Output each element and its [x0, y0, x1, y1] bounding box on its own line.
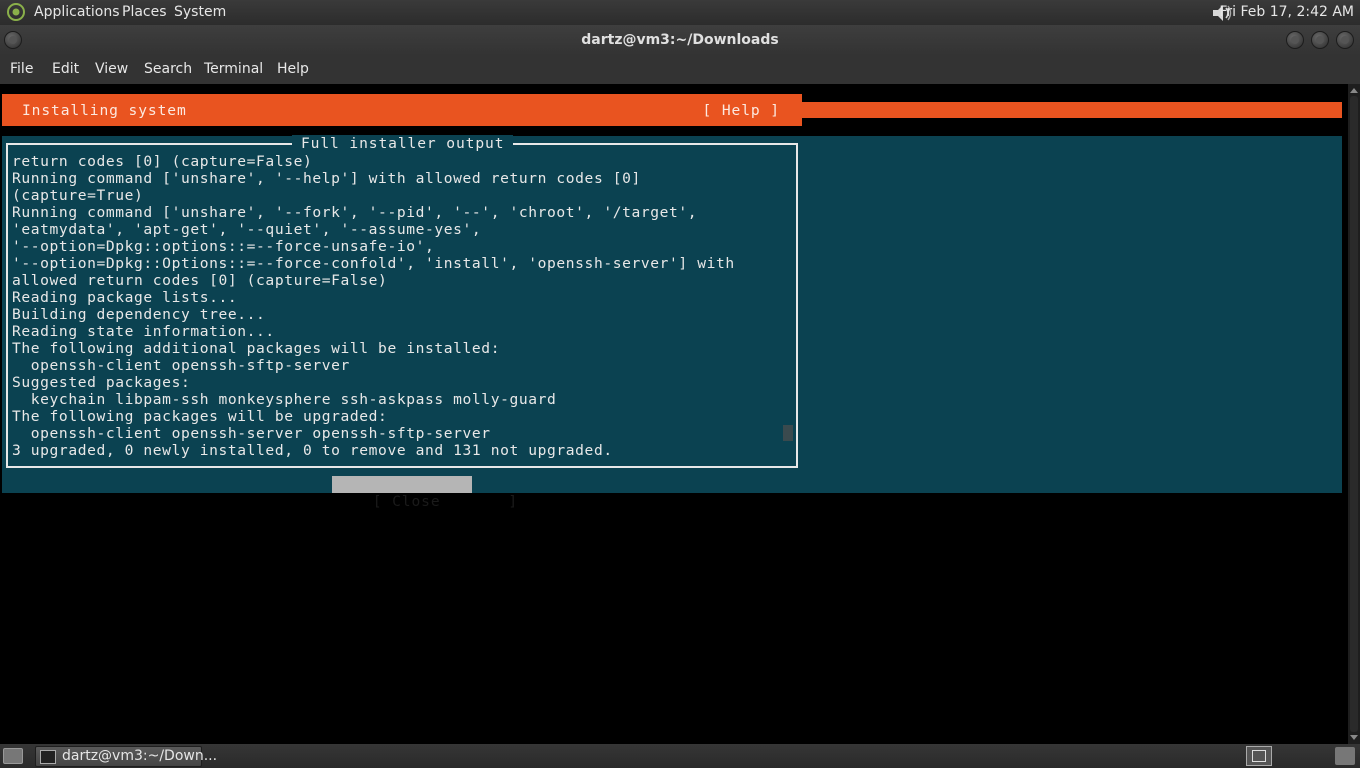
help-button[interactable]: [ Help ]: [703, 102, 781, 119]
output-line: openssh-client openssh-server openssh-sf…: [12, 425, 491, 442]
output-line: Reading package lists...: [12, 289, 238, 306]
output-line: Running command ['unshare', '--help'] wi…: [12, 170, 641, 187]
scroll-up-arrow-icon[interactable]: [1350, 88, 1358, 93]
output-line: The following additional packages will b…: [12, 340, 501, 357]
window-titlebar[interactable]: dartz@vm3:~/Downloads: [0, 25, 1360, 55]
installer-output-dialog: Full installer output return codes [0] (…: [6, 135, 798, 468]
menu-edit[interactable]: Edit: [52, 61, 79, 77]
output-line: 3 upgraded, 0 newly installed, 0 to remo…: [12, 442, 613, 459]
menu-help[interactable]: Help: [277, 61, 309, 77]
scroll-down-arrow-icon[interactable]: [1350, 735, 1358, 740]
output-line: The following packages will be upgraded:: [12, 408, 388, 425]
close-window-button[interactable]: [1336, 31, 1354, 49]
output-line: openssh-client openssh-sftp-server: [12, 357, 350, 374]
dialog-scrollbar-thumb[interactable]: [783, 425, 793, 441]
show-desktop-icon[interactable]: [3, 748, 23, 764]
close-button-label: [ Close ]: [372, 493, 519, 510]
output-line: 'eatmydata', 'apt-get', '--quiet', '--as…: [12, 221, 482, 238]
output-line: Suggested packages:: [12, 374, 191, 391]
taskbar-item-terminal[interactable]: dartz@vm3:~/Down...: [35, 746, 217, 767]
menu-search[interactable]: Search: [144, 61, 192, 77]
bottom-panel: dartz@vm3:~/Down...: [0, 744, 1360, 768]
output-line: Reading state information...: [12, 323, 275, 340]
terminal-icon: [40, 750, 56, 764]
menu-terminal[interactable]: Terminal: [204, 61, 263, 77]
header-bar-extension: [802, 102, 1342, 118]
applications-logo-icon[interactable]: [6, 2, 26, 22]
taskbar-item-label: dartz@vm3:~/Down...: [62, 748, 218, 764]
output-line: '--option=Dpkg::Options::=--force-confol…: [12, 255, 735, 272]
close-button[interactable]: [ Close ]: [332, 476, 517, 510]
dialog-title: Full installer output: [292, 135, 514, 152]
applications-menu[interactable]: Applications: [34, 4, 120, 20]
maximize-button[interactable]: [1311, 31, 1329, 49]
output-line: '--option=Dpkg::options::=--force-unsafe…: [12, 238, 435, 255]
installer-output-text[interactable]: return codes [0] (capture=False) Running …: [12, 153, 786, 459]
installer-header: Installing system [ Help ]: [2, 94, 802, 126]
terminal-screen[interactable]: Installing system [ Help ] Full installe…: [0, 84, 1348, 744]
clock[interactable]: Fri Feb 17, 2:42 AM: [1219, 4, 1354, 20]
scrollbar-thumb[interactable]: [1350, 96, 1358, 732]
system-menu[interactable]: System: [174, 4, 226, 20]
output-line: Running command ['unshare', '--fork', '-…: [12, 204, 698, 221]
workspace-switcher-icon[interactable]: [1246, 746, 1272, 766]
top-panel: Applications Places System Fri Feb 17, 2…: [0, 0, 1360, 25]
output-line: keychain libpam-ssh monkeysphere ssh-ask…: [12, 391, 557, 408]
menu-view[interactable]: View: [95, 61, 128, 77]
terminal-menubar: File Edit View Search Terminal Help: [0, 55, 1360, 84]
places-menu[interactable]: Places: [122, 4, 167, 20]
menu-file[interactable]: File: [10, 61, 33, 77]
output-line: allowed return codes [0] (capture=False): [12, 272, 388, 289]
output-line: (capture=True): [12, 187, 144, 204]
minimize-button[interactable]: [1286, 31, 1304, 49]
trash-icon[interactable]: [1335, 747, 1355, 765]
window-title: dartz@vm3:~/Downloads: [581, 32, 779, 48]
output-line: Building dependency tree...: [12, 306, 266, 323]
output-line: return codes [0] (capture=False): [12, 153, 313, 170]
installer-header-title: Installing system: [22, 102, 187, 119]
terminal-scrollbar[interactable]: [1348, 84, 1360, 744]
